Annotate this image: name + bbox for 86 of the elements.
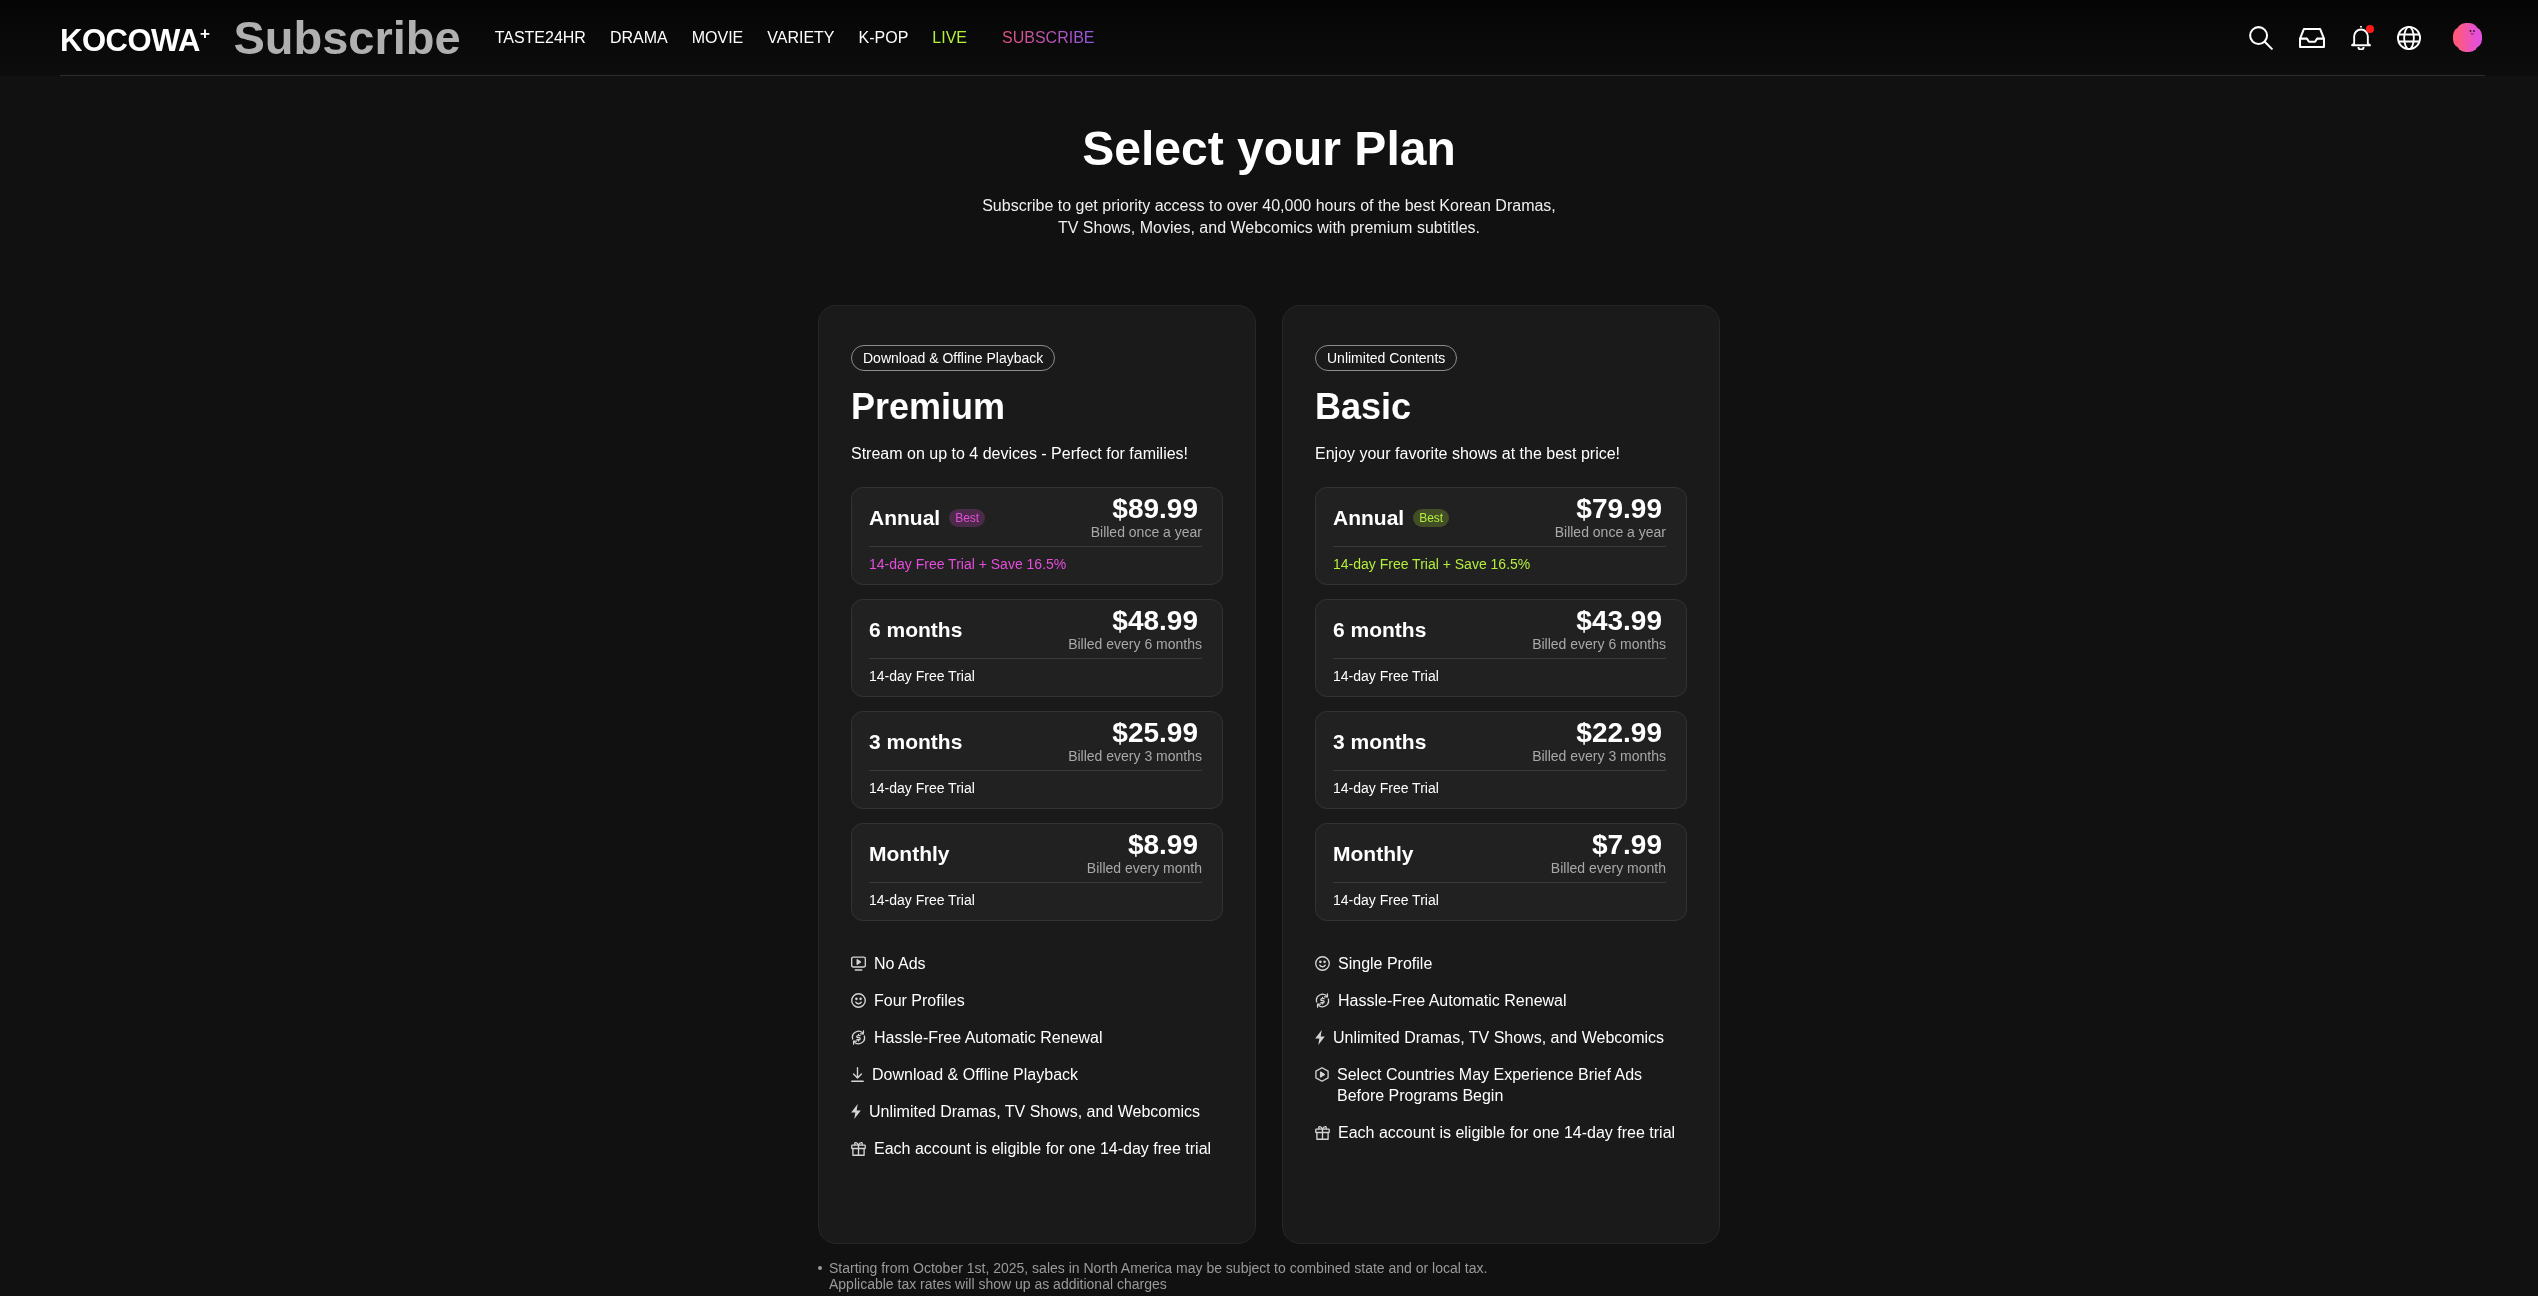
trial-note: 14-day Free Trial	[1333, 667, 1439, 686]
option-price: $22.99	[1576, 719, 1662, 747]
footnote-text: Starting from October 1st, 2025, sales in North America may be subject to combined state and or local tax.	[829, 1260, 1488, 1276]
plan-option[interactable]: Monthly $7.99 Billed every month 14-day Free Trial	[1315, 823, 1687, 921]
gift-icon	[851, 1141, 866, 1156]
feature-text: Each account is eligible for one 14-day free trial	[1338, 1123, 1676, 1143]
bullet-icon	[818, 1266, 822, 1270]
plan-description: Stream on up to 4 devices - Perfect for families!	[851, 444, 1189, 464]
best-badge: Best	[1413, 509, 1450, 527]
feature-text: No Ads	[874, 954, 926, 974]
option-price: $7.99	[1591, 831, 1662, 859]
trial-note: 14-day Free Trial + Save 16.5%	[1333, 555, 1531, 574]
feature-text: Select Countries May Experience Brief Ads Before Programs Begin	[1337, 1065, 1644, 1106]
feature-text: Download & Offline Playback	[872, 1065, 1079, 1085]
download-icon	[851, 1067, 864, 1082]
option-name: Monthly	[1333, 842, 1414, 866]
option-name: 3 months	[869, 730, 963, 754]
plan-description: Enjoy your favorite shows at the best price!	[1315, 444, 1621, 464]
billing-note: Billed every month	[1086, 859, 1202, 877]
dollar-cycle-icon	[1315, 993, 1330, 1008]
nav-link[interactable]: TASTE24HR	[494, 27, 586, 48]
feature-text: Each account is eligible for one 14-day free trial	[874, 1139, 1212, 1159]
trial-note: 14-day Free Trial + Save 16.5%	[869, 555, 1067, 574]
avatar-icon[interactable]	[2453, 23, 2482, 52]
feature-text: Single Profile	[1338, 954, 1433, 974]
gift-icon	[1315, 1125, 1330, 1140]
option-name: 3 months	[1333, 730, 1427, 754]
nav-link[interactable]: VARIETY	[767, 27, 835, 48]
best-badge: Best	[949, 509, 986, 527]
smiley-icon	[1315, 956, 1330, 971]
page-heading: Subscribe	[233, 12, 461, 63]
option-name: Annual	[869, 506, 941, 530]
billing-note: Billed every 3 months	[1532, 747, 1666, 765]
option-name: 6 months	[869, 618, 963, 642]
option-price: $48.99	[1112, 607, 1198, 635]
plan-option[interactable]: 3 months $22.99 Billed every 3 months 14-day Free Trial	[1315, 711, 1687, 809]
billing-note: Billed once a year	[1090, 523, 1202, 541]
trial-note: 14-day Free Trial	[869, 891, 975, 910]
plan-option[interactable]: Annual Best $89.99 Billed once a year 14-day Free Trial + Save 16.5%	[851, 487, 1223, 585]
globe-icon[interactable]	[2397, 25, 2421, 50]
nav-link[interactable]: K-POP	[858, 27, 909, 48]
footnote-text: Applicable tax rates will show up as additional charges	[829, 1276, 1167, 1292]
page-title: Select your Plan	[1081, 121, 1457, 177]
trial-note: 14-day Free Trial	[1333, 779, 1439, 798]
option-name: Annual	[1333, 506, 1405, 530]
plan-option[interactable]: Monthly $8.99 Billed every month 14-day Free Trial	[851, 823, 1223, 921]
option-name: 6 months	[1333, 618, 1427, 642]
nav-link[interactable]: DRAMA	[609, 27, 668, 48]
plan-option[interactable]: 6 months $48.99 Billed every 6 months 14-day Free Trial	[851, 599, 1223, 697]
plan-option[interactable]: 3 months $25.99 Billed every 3 months 14-day Free Trial	[851, 711, 1223, 809]
trial-note: 14-day Free Trial	[1333, 891, 1439, 910]
option-price: $79.99	[1576, 495, 1662, 523]
option-price: $25.99	[1112, 719, 1198, 747]
billing-note: Billed every 3 months	[1068, 747, 1202, 765]
billing-note: Billed every 6 months	[1532, 635, 1666, 653]
trial-note: 14-day Free Trial	[869, 779, 975, 798]
billing-note: Billed every month	[1550, 859, 1666, 877]
plan-option[interactable]: Annual Best $79.99 Billed once a year 14-day Free Trial + Save 16.5%	[1315, 487, 1687, 585]
billing-note: Billed once a year	[1554, 523, 1666, 541]
page-subtitle: Subscribe to get priority access to over 40,000 hours of the best Korean Dramas, TV Shows, Movies, and Webcomics with premium subtitles.	[981, 196, 1557, 238]
feature-text: Hassle-Free Automatic Renewal	[1338, 991, 1567, 1011]
feature-text: Unlimited Dramas, TV Shows, and Webcomics	[1333, 1028, 1665, 1048]
plan-name: Premium	[851, 385, 1006, 428]
inbox-icon[interactable]	[2299, 27, 2325, 48]
search-icon[interactable]	[2249, 25, 2273, 50]
option-name: Monthly	[869, 842, 950, 866]
lightning-icon	[1315, 1030, 1325, 1045]
option-price: $8.99	[1127, 831, 1198, 859]
tv-play-icon	[851, 956, 866, 971]
smiley-icon	[851, 993, 866, 1008]
option-price: $89.99	[1112, 495, 1198, 523]
dollar-cycle-icon	[851, 1030, 866, 1045]
billing-note: Billed every 6 months	[1068, 635, 1202, 653]
plan-option[interactable]: 6 months $43.99 Billed every 6 months 14-day Free Trial	[1315, 599, 1687, 697]
nav-link[interactable]: LIVE	[932, 27, 967, 48]
lightning-icon	[851, 1104, 861, 1119]
feature-text: Hassle-Free Automatic Renewal	[874, 1028, 1103, 1048]
plan-name: Basic	[1315, 385, 1412, 428]
play-hexagon-icon	[1315, 1067, 1329, 1082]
feature-text: Four Profiles	[874, 991, 965, 1011]
trial-note: 14-day Free Trial	[869, 667, 975, 686]
option-price: $43.99	[1576, 607, 1662, 635]
logo[interactable]: KOCOWA$^{+}$	[60, 25, 210, 56]
bell-icon[interactable]	[2351, 25, 2371, 50]
nav-link[interactable]: MOVIE	[691, 27, 744, 48]
feature-text: Unlimited Dramas, TV Shows, and Webcomics	[869, 1102, 1201, 1122]
